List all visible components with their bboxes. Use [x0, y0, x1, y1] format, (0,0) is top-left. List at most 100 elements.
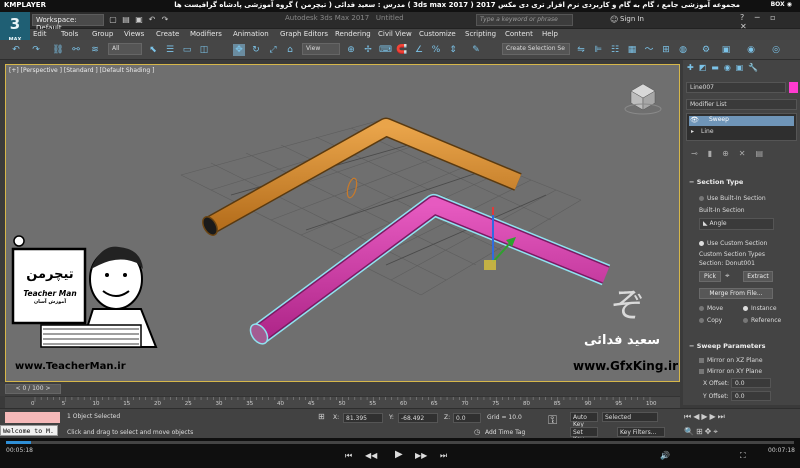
- link-icon[interactable]: ⛓: [52, 44, 64, 56]
- add-time-tag-button[interactable]: Add Time Tag: [485, 429, 525, 436]
- menu-animation[interactable]: Animation: [233, 30, 269, 38]
- pick-button[interactable]: Pick: [699, 271, 721, 282]
- use-builtin-radio[interactable]: Use Built-In Section: [699, 195, 766, 202]
- spinner-snap-icon[interactable]: ⇕: [447, 44, 459, 56]
- redo-quick-icon[interactable]: ↷: [160, 15, 170, 25]
- rendered-frame-icon[interactable]: ▣: [720, 44, 732, 56]
- absolute-mode-icon[interactable]: ⊞: [318, 412, 325, 421]
- window-crossing-icon[interactable]: ◫: [198, 44, 210, 56]
- set-key-icon[interactable]: ⚿: [548, 413, 566, 437]
- menu-modifiers[interactable]: Modifiers: [190, 30, 222, 38]
- key-filters-button[interactable]: Key Filters...: [617, 427, 665, 437]
- menu-edit[interactable]: Edit: [33, 30, 47, 38]
- player-prev-icon[interactable]: ⏮: [345, 451, 352, 461]
- mirror-xz-checkbox[interactable]: Mirror on XZ Plane: [699, 357, 763, 364]
- mirror-xy-checkbox[interactable]: Mirror on XY Plane: [699, 368, 762, 375]
- object-name-field[interactable]: Line007: [686, 82, 786, 93]
- player-play-icon[interactable]: ▶: [395, 449, 403, 460]
- x-offset-input[interactable]: 0.0: [731, 378, 771, 388]
- percent-snap-icon[interactable]: %: [430, 44, 442, 56]
- viewport-nav-icons[interactable]: 🔍⊞✥⌖: [684, 427, 720, 437]
- time-slider[interactable]: < 0 / 100 >: [0, 382, 680, 396]
- merge-from-file-button[interactable]: Merge From File...: [699, 288, 773, 299]
- move-icon[interactable]: ✥: [233, 44, 245, 56]
- menu-help[interactable]: Help: [542, 30, 558, 38]
- player-next-icon[interactable]: ⏭: [440, 451, 447, 461]
- place-icon[interactable]: ⌂: [284, 44, 296, 56]
- menu-civil-view[interactable]: Civil View: [378, 30, 412, 38]
- player-box-button[interactable]: BOX ◉: [771, 1, 792, 8]
- scale-icon[interactable]: ⤢: [267, 44, 279, 56]
- eye-icon[interactable]: 👁: [690, 116, 699, 124]
- schematic-view-icon[interactable]: ⊞: [660, 44, 672, 56]
- extract-button[interactable]: Extract: [743, 271, 773, 282]
- player-rewind-icon[interactable]: ◀◀: [365, 451, 377, 460]
- layer-explorer-icon[interactable]: ☷: [609, 44, 621, 56]
- angle-snap-icon[interactable]: ∠: [413, 44, 425, 56]
- use-custom-radio[interactable]: Use Custom Section: [699, 240, 767, 247]
- menu-scripting[interactable]: Scripting: [465, 30, 496, 38]
- select-object-icon[interactable]: ⬉: [147, 44, 159, 56]
- stack-item-line[interactable]: Line: [701, 128, 714, 135]
- sign-in-button[interactable]: Sign In: [620, 15, 644, 23]
- mirror-icon[interactable]: ⇋: [575, 44, 587, 56]
- maxscript-listener[interactable]: [5, 412, 60, 423]
- copy-radio[interactable]: Copy: [699, 317, 722, 324]
- render-iterative-icon[interactable]: ◎: [770, 44, 782, 56]
- z-coordinate-field[interactable]: 0.0: [453, 413, 481, 423]
- player-fullscreen-icon[interactable]: ⛶: [740, 451, 746, 461]
- y-offset-input[interactable]: 0.0: [731, 391, 771, 401]
- menu-rendering[interactable]: Rendering: [335, 30, 371, 38]
- open-icon[interactable]: ▤: [121, 15, 131, 25]
- stack-item-sweep[interactable]: Sweep: [689, 116, 794, 126]
- unlink-icon[interactable]: ⚯: [70, 44, 82, 56]
- menu-content[interactable]: Content: [505, 30, 533, 38]
- y-coordinate-field[interactable]: -68.492: [398, 413, 438, 423]
- rect-selection-icon[interactable]: ▭: [181, 44, 193, 56]
- time-slider-thumb[interactable]: < 0 / 100 >: [5, 384, 61, 394]
- snaps-icon[interactable]: 🧲: [396, 44, 408, 56]
- material-editor-icon[interactable]: ◍: [677, 44, 689, 56]
- search-input[interactable]: Type a keyword or phrase: [476, 14, 573, 26]
- reference-coord-dropdown[interactable]: View: [302, 43, 340, 55]
- named-selection-sets-dropdown[interactable]: Create Selection Se: [502, 43, 570, 55]
- viewport-label[interactable]: [+] [Perspective ] [Standard ] [Default …: [9, 67, 154, 74]
- player-forward-icon[interactable]: ▶▶: [415, 451, 427, 460]
- stack-tools-icons[interactable]: ⊸▮⊕✕▤: [691, 149, 773, 158]
- undo-quick-icon[interactable]: ↶: [147, 15, 157, 25]
- playback-controls[interactable]: ⏮◀▶▶⏭: [684, 412, 727, 422]
- named-selection-icon[interactable]: ✎: [470, 44, 482, 56]
- pick-shape-icon[interactable]: ⌖: [725, 271, 735, 282]
- keyboard-shortcut-icon[interactable]: ⌨: [379, 44, 392, 56]
- reference-radio[interactable]: Reference: [743, 317, 781, 324]
- modifier-list-dropdown[interactable]: Modifier List: [686, 99, 797, 110]
- expand-icon[interactable]: ▸: [691, 128, 694, 135]
- auto-key-button[interactable]: Auto Key: [570, 412, 598, 428]
- menu-customize[interactable]: Customize: [419, 30, 456, 38]
- sweep-parameters-header[interactable]: − Sweep Parameters: [689, 342, 765, 350]
- render-production-icon[interactable]: ◉: [745, 44, 757, 56]
- selected-dropdown[interactable]: Selected: [602, 412, 658, 422]
- render-setup-icon[interactable]: ⚙: [700, 44, 712, 56]
- curve-editor-icon[interactable]: 〜: [643, 44, 655, 56]
- window-controls[interactable]: ? ─ ▫ ✕: [740, 13, 796, 31]
- menu-views[interactable]: Views: [124, 30, 144, 38]
- align-icon[interactable]: ⊫: [592, 44, 604, 56]
- undo-icon[interactable]: ↶: [10, 44, 22, 56]
- pivot-icon[interactable]: ⊕: [345, 44, 357, 56]
- builtin-section-dropdown[interactable]: ◣ Angle: [699, 218, 774, 230]
- section-type-header[interactable]: − Section Type: [689, 178, 743, 186]
- redo-icon[interactable]: ↷: [30, 44, 42, 56]
- menu-tools[interactable]: Tools: [61, 30, 78, 38]
- workspace-dropdown[interactable]: Workspace: Default: [32, 14, 104, 32]
- track-bar[interactable]: 0 5 10 15 20 25 30 35 40 45 50 55 60 65 70 75 80 85 90 95 10…: [5, 396, 680, 408]
- menu-group[interactable]: Group: [92, 30, 113, 38]
- select-by-name-icon[interactable]: ☰: [164, 44, 176, 56]
- menu-create[interactable]: Create: [156, 30, 179, 38]
- move-radio[interactable]: Move: [699, 305, 723, 312]
- selection-filter-dropdown[interactable]: All: [108, 43, 142, 55]
- rotate-icon[interactable]: ↻: [250, 44, 262, 56]
- manipulate-icon[interactable]: ✢: [362, 44, 374, 56]
- player-progress-track[interactable]: [6, 441, 794, 444]
- object-color-swatch[interactable]: [789, 82, 798, 93]
